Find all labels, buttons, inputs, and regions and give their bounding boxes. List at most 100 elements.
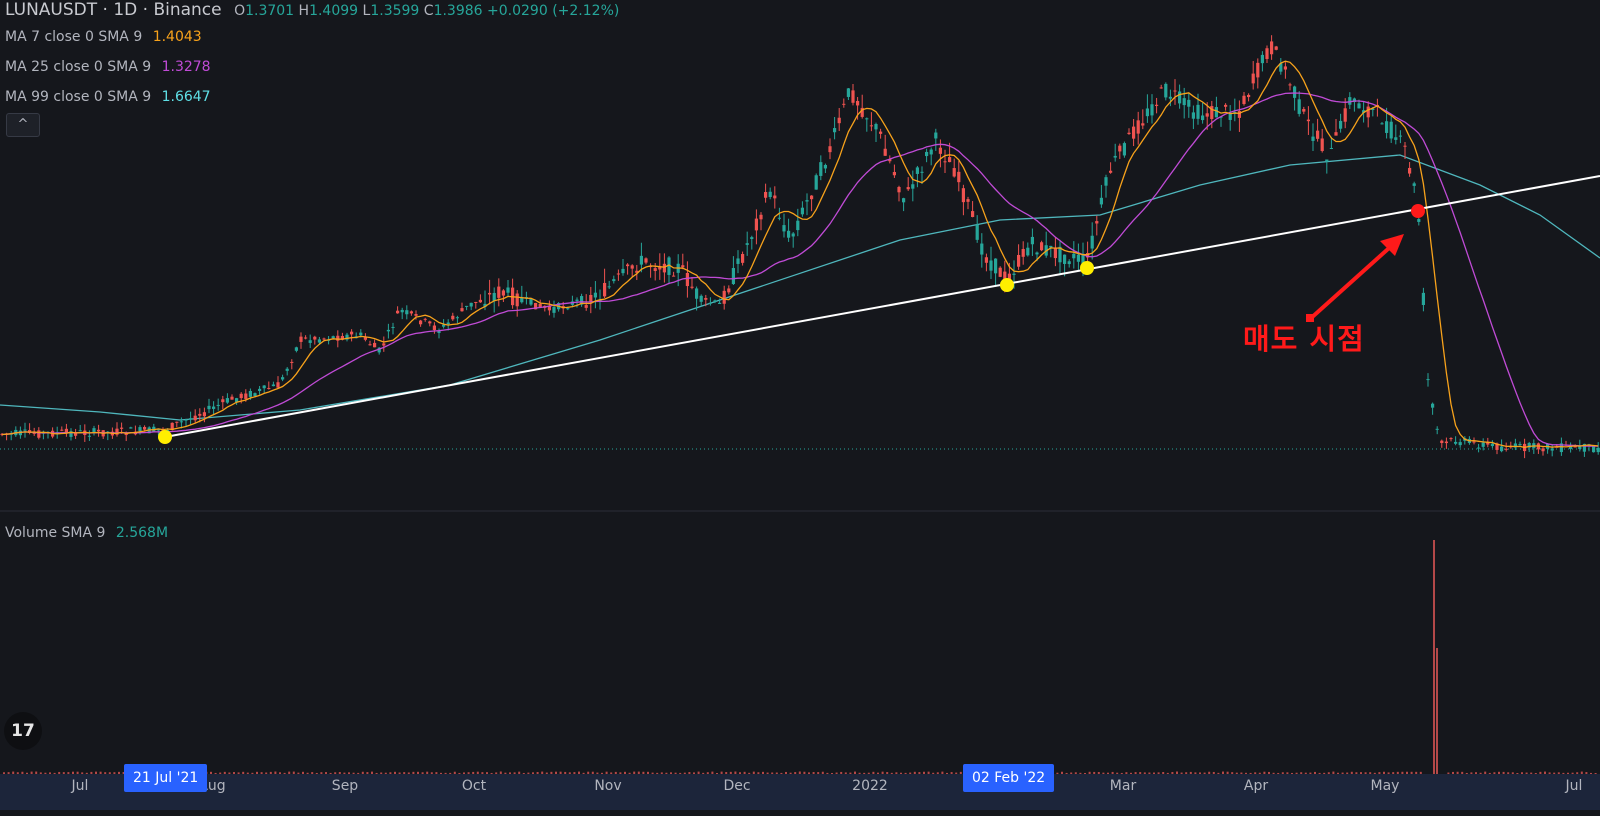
volume-bar [242, 771, 245, 774]
volume-bar [1217, 772, 1220, 774]
candle-body [1191, 112, 1195, 119]
candle-body [1385, 121, 1389, 133]
candle-body [1440, 440, 1444, 444]
candle-body [373, 342, 377, 348]
candle-body [1458, 442, 1462, 446]
volume-bar [886, 772, 889, 774]
volume-bar [1419, 771, 1422, 774]
volume-bar [1084, 772, 1086, 774]
price-chart[interactable] [0, 0, 1600, 816]
candle-body [837, 117, 841, 124]
collapse-legend-button[interactable]: ^ [6, 113, 40, 137]
volume-bar [1479, 772, 1482, 774]
volume-bar [1235, 772, 1238, 774]
volume-value: 2.568M [115, 525, 169, 541]
candle-body [621, 268, 625, 274]
volume-bar [58, 771, 61, 774]
candle-body [584, 305, 588, 308]
volume-bar [890, 772, 893, 774]
volume-bar [1254, 772, 1257, 774]
volume-bar [844, 772, 847, 774]
symbol-title[interactable]: LUNAUSDT · 1D · Binance [5, 0, 222, 20]
candle-body [1145, 108, 1149, 117]
crosshair-date-label[interactable]: 21 Jul '21 [124, 764, 208, 792]
volume-bar [1576, 772, 1579, 774]
volume-bar [1585, 772, 1588, 774]
volume-bar [716, 772, 718, 774]
volume-bar [729, 771, 732, 774]
volume-bar [1383, 771, 1385, 774]
ma25-legend[interactable]: MA 25 close 0 SMA 9 1.3278 [5, 59, 211, 75]
volume-bar [1070, 772, 1073, 774]
candle-body [1205, 113, 1209, 117]
candle-body [1063, 254, 1067, 264]
volume-bar [1125, 772, 1128, 774]
candle-body [653, 268, 657, 271]
volume-bar [72, 771, 74, 774]
trend-touch-point-2 [1000, 278, 1014, 292]
candle-body [529, 298, 533, 305]
volume-bar [53, 772, 56, 774]
crosshair-date-label[interactable]: 02 Feb '22 [963, 764, 1055, 792]
volume-bar [821, 771, 824, 774]
volume-bar [1171, 771, 1174, 774]
ma99-legend[interactable]: MA 99 close 0 SMA 9 1.6647 [5, 89, 211, 105]
volume-bar [274, 771, 277, 774]
volume-bar [1286, 772, 1289, 774]
volume-bar [1355, 772, 1358, 774]
volume-bar [702, 772, 705, 774]
volume-bar [1226, 771, 1229, 774]
candle-body [1348, 97, 1352, 105]
volume-bar [697, 771, 700, 774]
candle-body [1320, 138, 1324, 151]
candle-body [1283, 66, 1287, 70]
candle-body [225, 398, 229, 403]
candle-body [359, 332, 363, 336]
symbol-legend[interactable]: LUNAUSDT · 1D · Binance O1.3701 H1.4099 … [5, 0, 619, 20]
candle-body [271, 384, 275, 387]
candle-body [253, 393, 257, 397]
volume-bar [734, 771, 737, 774]
ma7-legend[interactable]: MA 7 close 0 SMA 9 1.4043 [5, 29, 202, 45]
volume-bar [16, 772, 19, 774]
candle-body [1187, 99, 1191, 107]
candle-body [1242, 95, 1246, 105]
tradingview-logo[interactable]: 17 [4, 712, 42, 750]
candle-body [442, 324, 446, 327]
volume-bar [366, 772, 369, 774]
volume-bar [1571, 772, 1574, 774]
volume-bar [371, 771, 373, 774]
volume-legend[interactable]: Volume SMA 9 2.568M [5, 525, 168, 541]
candle-body [143, 426, 147, 430]
candle-body [1389, 121, 1393, 139]
volume-bar [1134, 772, 1137, 774]
volume-bar [513, 772, 516, 774]
candle-body [1109, 170, 1113, 173]
volume-bar [1447, 772, 1450, 774]
month-tick: Mar [1109, 778, 1137, 794]
candle-body [455, 317, 459, 319]
candle-body [451, 315, 455, 320]
candle-body [754, 218, 758, 231]
candle-body [1274, 46, 1278, 50]
volume-bar [637, 771, 640, 774]
candle-body [1201, 115, 1205, 121]
volume-bar [605, 771, 608, 774]
volume-bar [1594, 772, 1597, 774]
volume-bar [610, 772, 613, 774]
volume-bar [601, 772, 603, 774]
candle-body [1477, 447, 1481, 449]
candle-body [1182, 98, 1186, 106]
volume-bar [113, 772, 116, 774]
candle-body [515, 293, 519, 307]
candle-body [216, 404, 220, 406]
candle-body [879, 131, 883, 134]
ma25-label: MA 25 close 0 SMA 9 [5, 59, 152, 75]
candle-body [957, 171, 961, 183]
candle-body [727, 288, 731, 293]
volume-bar [1056, 772, 1059, 774]
candle-body [777, 217, 781, 219]
candle-body [78, 430, 82, 432]
candle-body [593, 292, 597, 298]
candle-body [892, 172, 896, 176]
